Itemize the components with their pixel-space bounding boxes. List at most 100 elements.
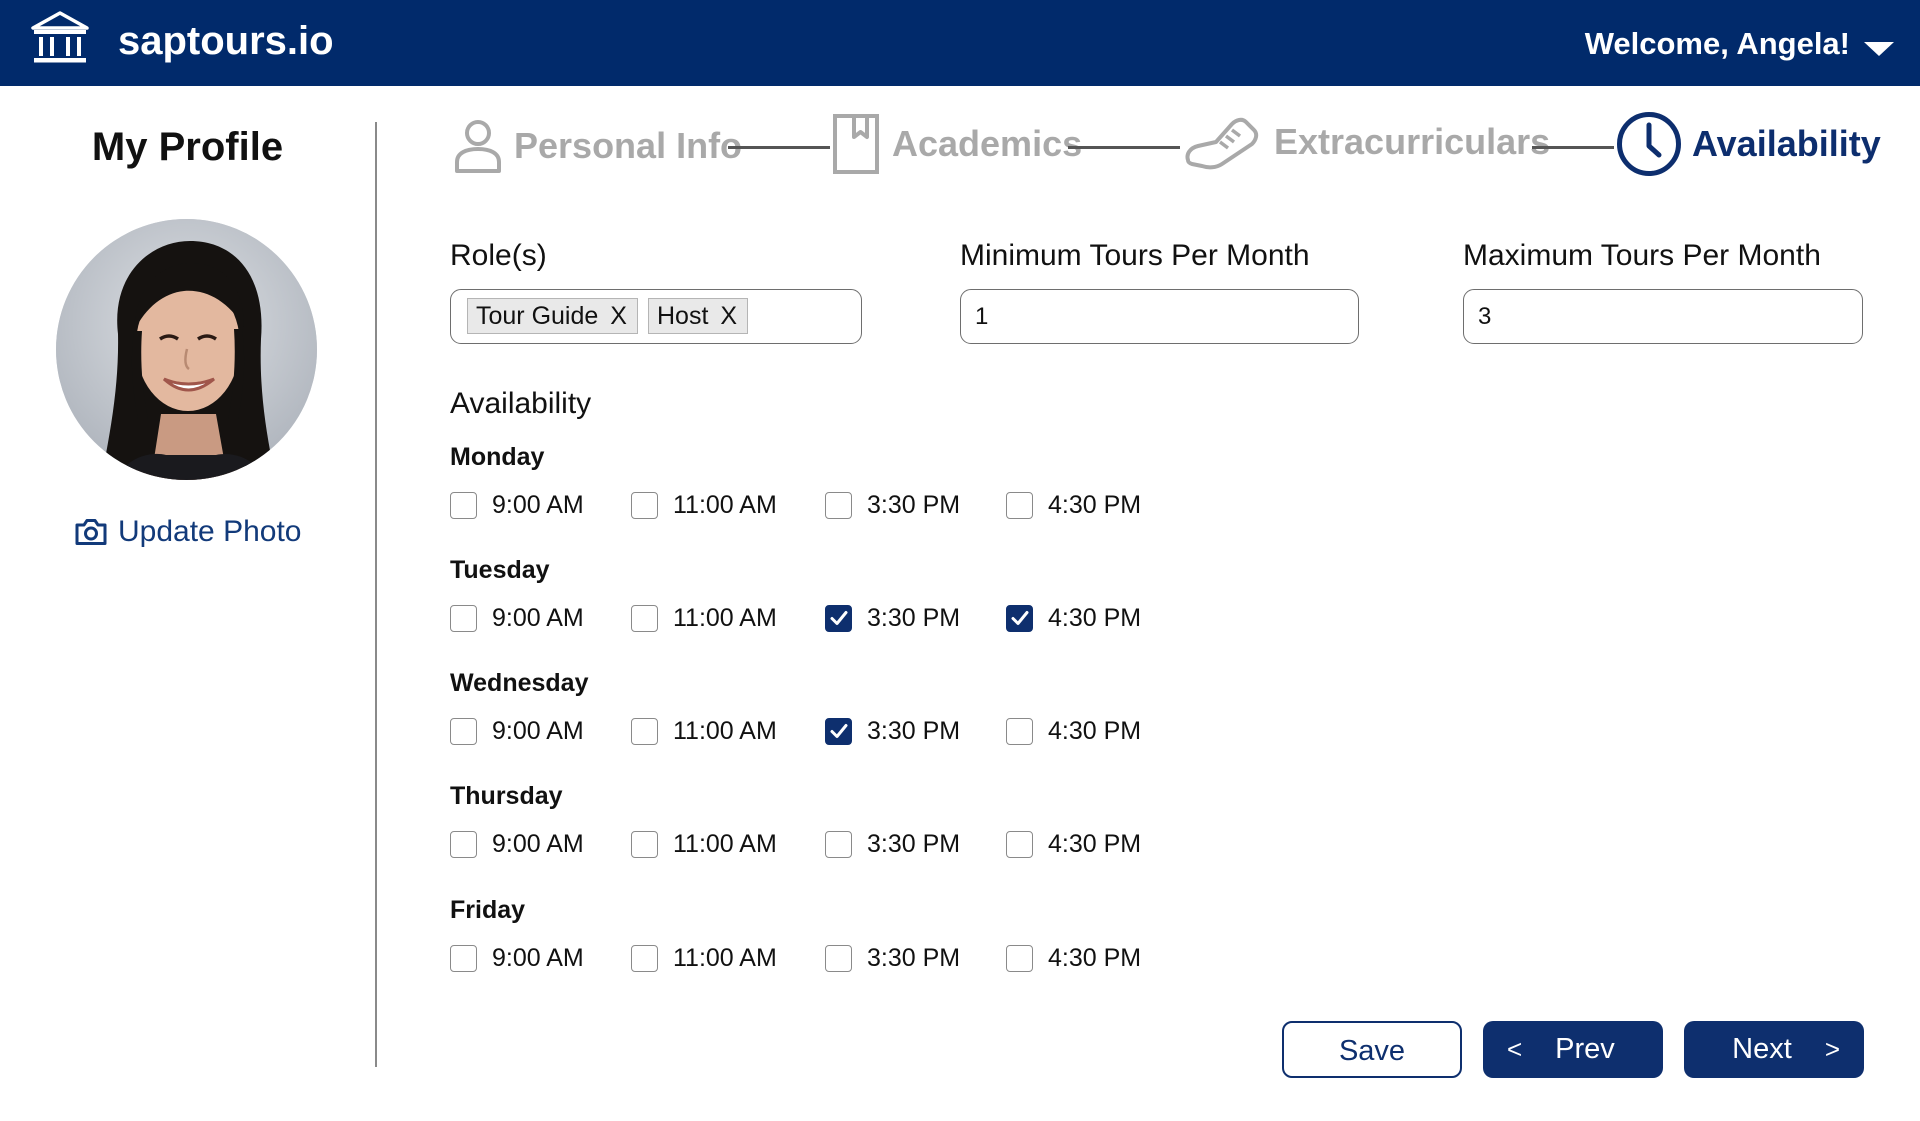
role-chip-tour-guide: Tour Guide X xyxy=(467,298,638,334)
time-slot[interactable]: 11:00 AM xyxy=(631,943,777,973)
slot-checkbox[interactable] xyxy=(450,830,477,858)
time-slot[interactable]: 11:00 AM xyxy=(631,603,777,633)
remove-role-button[interactable]: X xyxy=(720,302,737,331)
slot-checkbox[interactable] xyxy=(1006,717,1033,745)
slot-time-label: 11:00 AM xyxy=(673,491,777,519)
prev-label: Prev xyxy=(1555,1033,1615,1065)
time-slot[interactable]: 3:30 PM xyxy=(825,603,960,633)
sidebar-divider xyxy=(375,122,377,1067)
person-icon xyxy=(455,120,501,173)
slot-time-label: 3:30 PM xyxy=(867,944,961,972)
slot-checkbox[interactable] xyxy=(1006,491,1033,519)
sidebar-title: My Profile xyxy=(91,125,284,169)
time-slot[interactable]: 9:00 AM xyxy=(450,943,584,973)
time-slot[interactable]: 9:00 AM xyxy=(450,716,584,746)
update-photo-link[interactable]: Update Photo xyxy=(74,512,301,552)
day-label-tuesday: Tuesday xyxy=(450,556,550,584)
building-columns-icon[interactable] xyxy=(30,10,90,66)
time-slot[interactable]: 9:00 AM xyxy=(450,829,584,859)
save-button[interactable]: Save xyxy=(1282,1021,1462,1078)
step-connector xyxy=(1068,146,1180,149)
slot-time-label: 11:00 AM xyxy=(673,717,777,745)
min-tours-box xyxy=(960,289,1359,344)
day-label-wednesday: Wednesday xyxy=(450,669,589,697)
sneaker-icon xyxy=(1185,117,1259,170)
time-slot[interactable]: 3:30 PM xyxy=(825,829,960,859)
step-academics[interactable]: Academics xyxy=(832,113,1082,175)
slot-checkbox[interactable] xyxy=(631,717,658,745)
slot-time-label: 4:30 PM xyxy=(1048,491,1142,519)
slot-checkbox[interactable] xyxy=(631,604,658,632)
slot-checkbox[interactable] xyxy=(631,944,658,972)
time-slot[interactable]: 4:30 PM xyxy=(1006,490,1141,520)
step-personal-info[interactable]: Personal Info xyxy=(452,118,742,174)
slot-checkbox[interactable] xyxy=(1006,604,1033,632)
next-button[interactable]: Next > xyxy=(1684,1021,1864,1078)
slot-time-label: 9:00 AM xyxy=(492,717,584,745)
slot-checkbox[interactable] xyxy=(825,604,852,632)
slot-checkbox[interactable] xyxy=(450,944,477,972)
slot-checkbox[interactable] xyxy=(825,717,852,745)
caret-down-icon[interactable] xyxy=(1864,42,1894,56)
slot-checkbox[interactable] xyxy=(1006,830,1033,858)
slot-checkbox[interactable] xyxy=(450,604,477,632)
slot-time-label: 3:30 PM xyxy=(867,830,961,858)
step-label: Personal Info xyxy=(514,125,743,166)
slot-checkbox[interactable] xyxy=(825,491,852,519)
role-chip-host: Host X xyxy=(648,298,749,334)
day-label-friday: Friday xyxy=(450,896,526,924)
slot-checkbox[interactable] xyxy=(450,717,477,745)
chip-label: Host xyxy=(657,301,709,330)
slot-checkbox[interactable] xyxy=(631,830,658,858)
brand-name[interactable]: saptours.io xyxy=(118,18,334,64)
slot-time-label: 9:00 AM xyxy=(492,491,584,519)
time-slot[interactable]: 4:30 PM xyxy=(1006,943,1141,973)
slot-time-label: 11:00 AM xyxy=(673,604,777,632)
availability-title: Availability xyxy=(450,387,592,420)
camera-icon xyxy=(75,519,107,545)
max-tours-input[interactable] xyxy=(1464,290,1862,343)
clock-icon xyxy=(1617,112,1681,176)
step-connector xyxy=(1532,146,1614,149)
time-slot[interactable]: 3:30 PM xyxy=(825,943,960,973)
min-tours-label: Minimum Tours Per Month xyxy=(960,239,1310,272)
slot-checkbox[interactable] xyxy=(825,830,852,858)
slot-checkbox[interactable] xyxy=(1006,944,1033,972)
top-bar: saptours.io Welcome, Angela! xyxy=(0,0,1920,86)
time-slot[interactable]: 11:00 AM xyxy=(631,829,777,859)
update-photo-label: Update Photo xyxy=(118,515,302,548)
prev-button[interactable]: < Prev xyxy=(1483,1021,1663,1078)
step-label: Academics xyxy=(892,123,1083,164)
slot-time-label: 4:30 PM xyxy=(1048,944,1142,972)
bookmark-icon xyxy=(833,114,879,174)
day-label-thursday: Thursday xyxy=(450,782,563,810)
slot-checkbox[interactable] xyxy=(450,491,477,519)
chip-label: Tour Guide xyxy=(476,301,599,330)
max-tours-label: Maximum Tours Per Month xyxy=(1463,239,1821,272)
time-slot[interactable]: 4:30 PM xyxy=(1006,829,1141,859)
time-slot[interactable]: 11:00 AM xyxy=(631,716,777,746)
step-extracurriculars[interactable]: Extracurriculars xyxy=(1182,112,1550,172)
slot-time-label: 9:00 AM xyxy=(492,604,584,632)
step-connector xyxy=(728,146,830,149)
step-label: Availability xyxy=(1692,123,1881,164)
time-slot[interactable]: 11:00 AM xyxy=(631,490,777,520)
welcome-user-menu[interactable]: Welcome, Angela! xyxy=(1585,24,1850,64)
time-slot[interactable]: 9:00 AM xyxy=(450,490,584,520)
time-slot[interactable]: 4:30 PM xyxy=(1006,716,1141,746)
time-slot[interactable]: 4:30 PM xyxy=(1006,603,1141,633)
profile-avatar xyxy=(56,219,317,480)
time-slot[interactable]: 3:30 PM xyxy=(825,716,960,746)
slot-time-label: 11:00 AM xyxy=(673,830,777,858)
slot-checkbox[interactable] xyxy=(631,491,658,519)
slot-time-label: 11:00 AM xyxy=(673,944,777,972)
slot-checkbox[interactable] xyxy=(825,944,852,972)
time-slot[interactable]: 9:00 AM xyxy=(450,603,584,633)
remove-role-button[interactable]: X xyxy=(610,302,627,331)
step-availability[interactable]: Availability xyxy=(1616,111,1881,177)
max-tours-box xyxy=(1463,289,1863,344)
roles-input[interactable]: Tour Guide X Host X xyxy=(450,289,862,344)
min-tours-input[interactable] xyxy=(961,290,1358,343)
chevron-right-icon: > xyxy=(1824,1034,1840,1064)
time-slot[interactable]: 3:30 PM xyxy=(825,490,960,520)
